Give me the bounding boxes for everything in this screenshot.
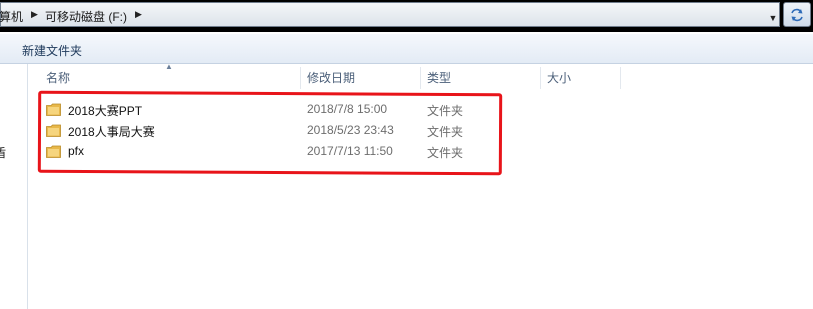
chevron-down-icon[interactable]: ▼ — [765, 7, 781, 28]
column-header-name[interactable]: 名称 — [40, 67, 301, 89]
column-header-type-label: 类型 — [427, 71, 452, 85]
column-header-date-label: 修改日期 — [307, 71, 356, 85]
column-header-size[interactable]: 大小 — [541, 67, 621, 89]
breadcrumb-drive[interactable]: 可移动磁盘 (F:) — [45, 8, 127, 25]
breadcrumb-computer[interactable]: 算机 — [0, 8, 23, 25]
new-folder-button[interactable]: 新建文件夹 — [22, 42, 82, 59]
column-header-type[interactable]: 类型 — [421, 67, 541, 89]
column-header-date[interactable]: 修改日期 — [301, 67, 421, 89]
refresh-button[interactable] — [783, 2, 811, 27]
nav-item-fragment[interactable]: 盾 — [0, 144, 6, 161]
address-bar-strip: 算机 ▶ 可移动磁盘 (F:) ▶ ▼ — [0, 0, 813, 32]
refresh-icon — [791, 8, 803, 21]
column-header-name-label: 名称 — [46, 71, 71, 85]
column-header-size-label: 大小 — [547, 71, 572, 85]
toolbar: 新建文件夹 — [0, 34, 813, 64]
navigation-pane[interactable]: 盾 — [0, 64, 28, 309]
breadcrumb-separator-icon[interactable]: ▶ — [135, 9, 142, 20]
breadcrumb-separator-icon[interactable]: ▶ — [31, 9, 38, 20]
red-highlight-box — [37, 90, 503, 176]
address-bar[interactable]: 算机 ▶ 可移动磁盘 (F:) ▶ ▼ — [0, 2, 780, 27]
